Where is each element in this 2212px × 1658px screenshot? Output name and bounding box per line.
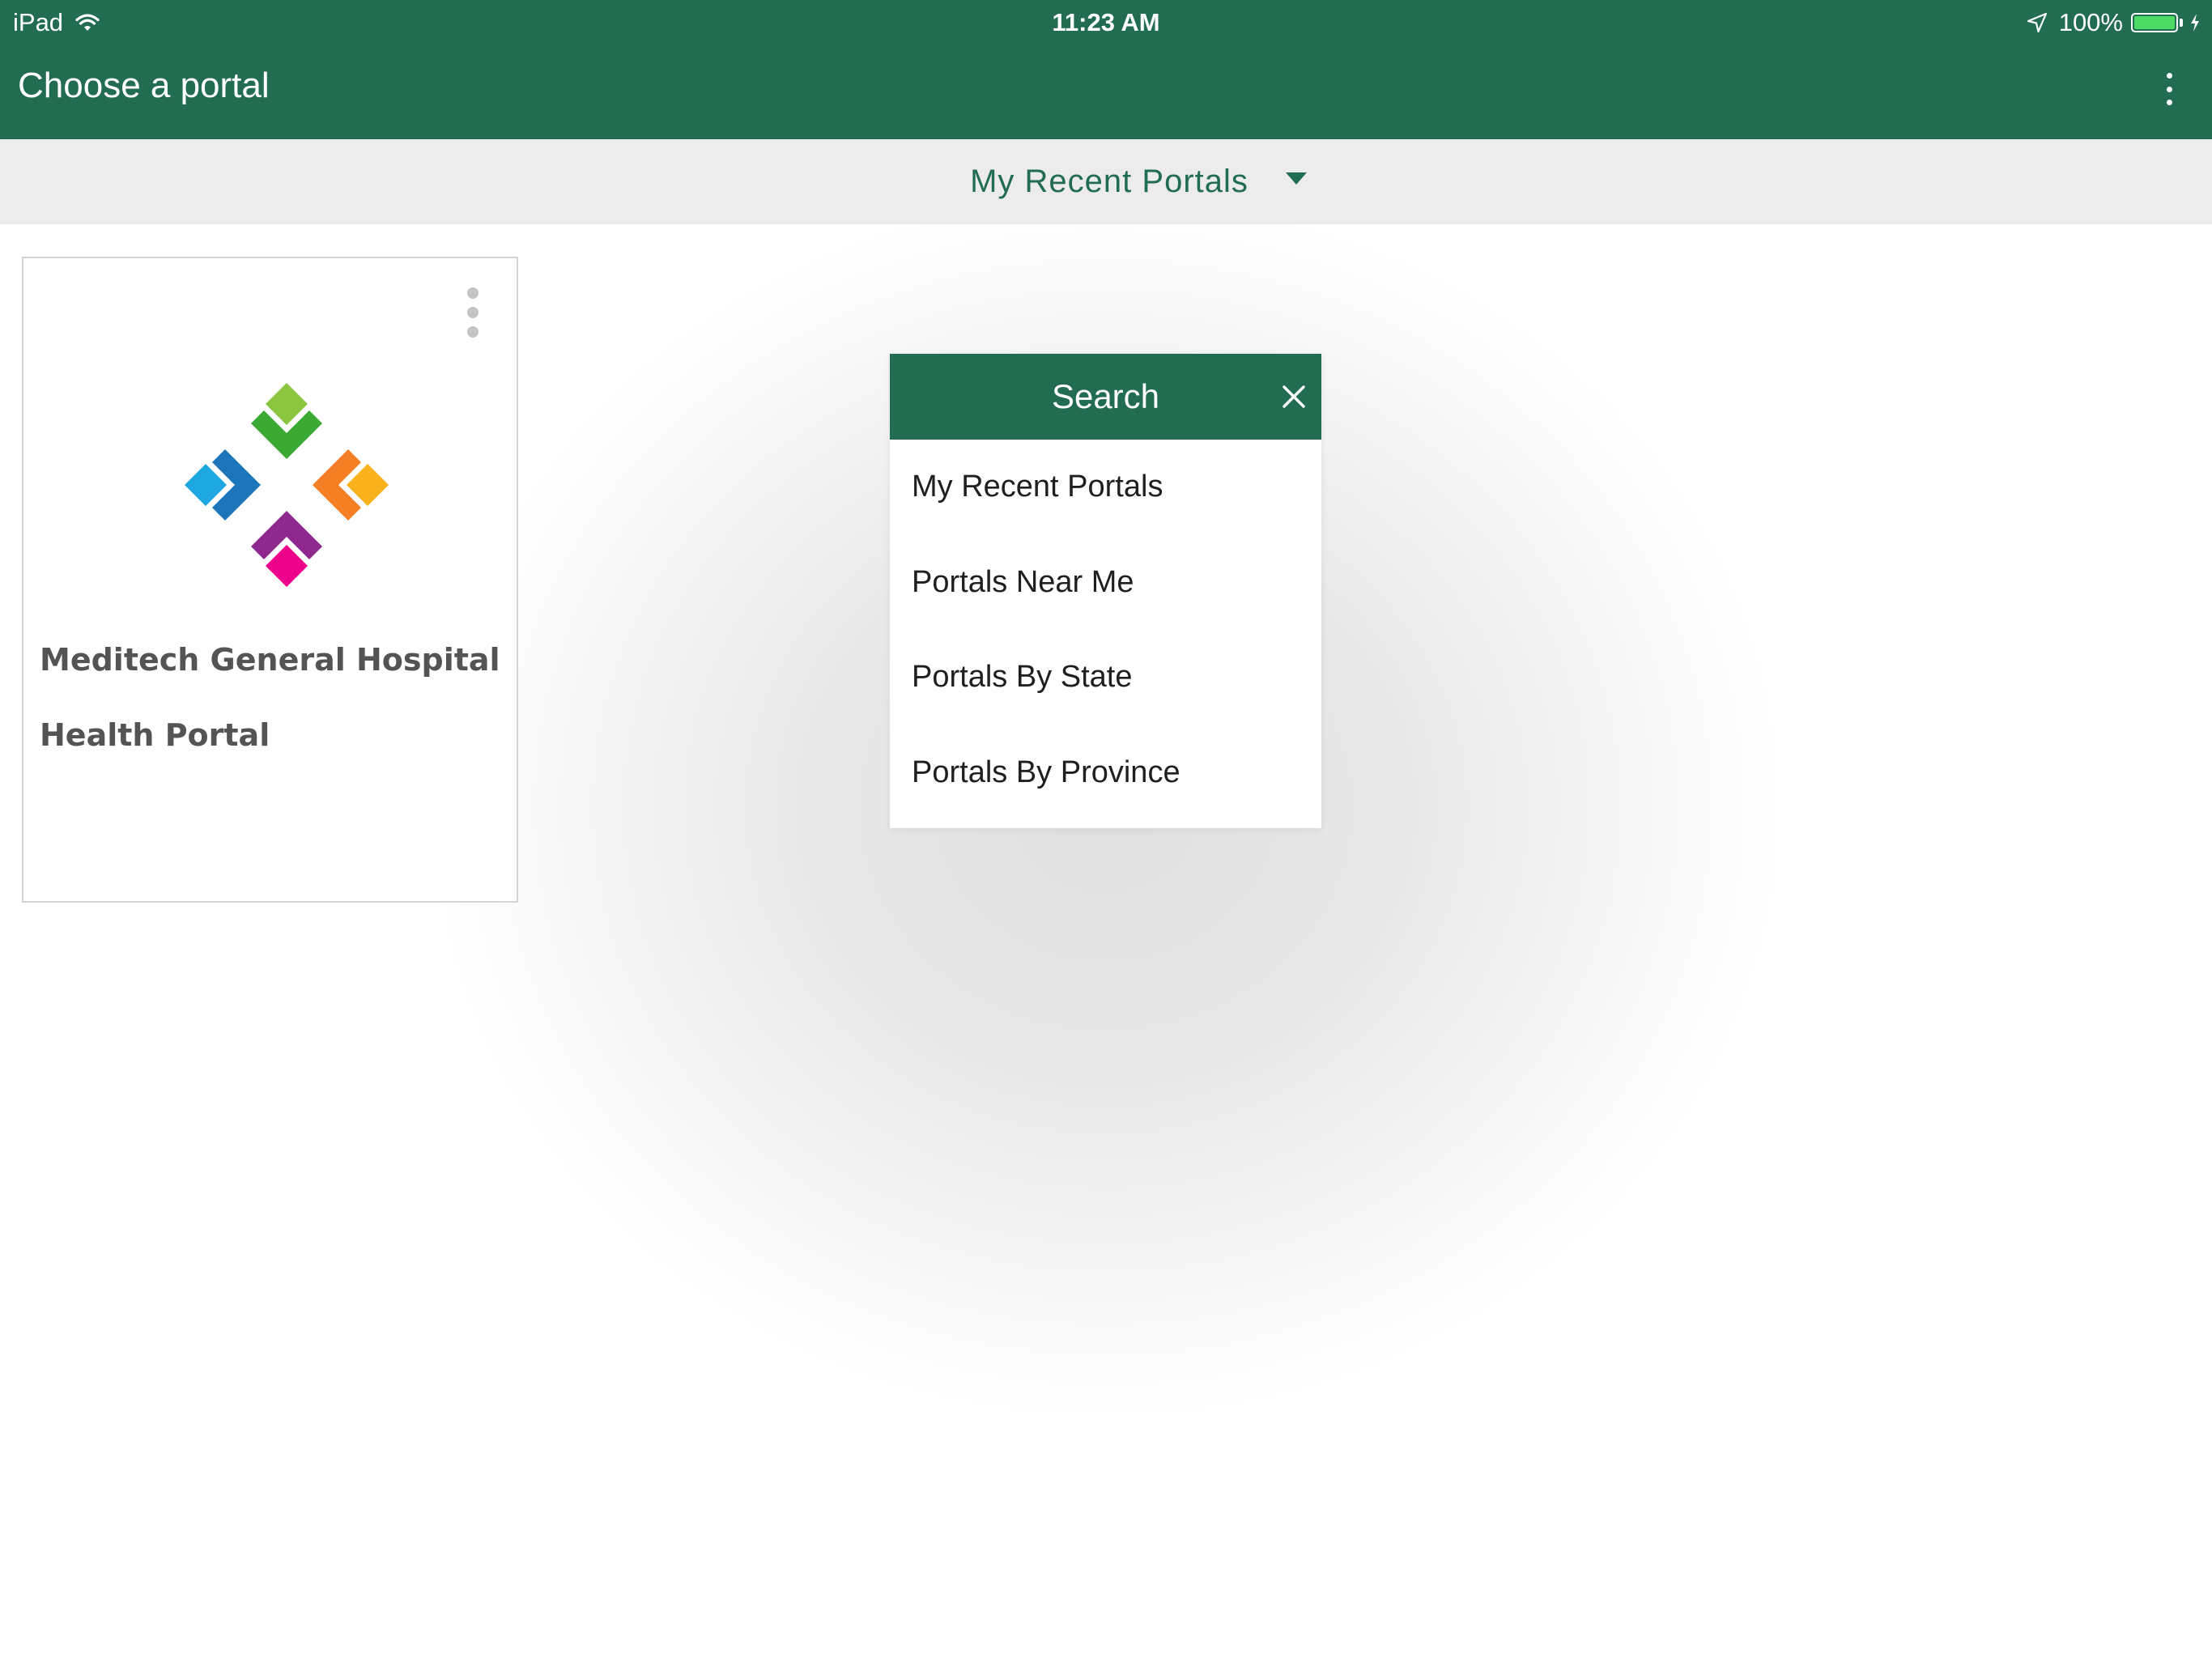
- more-vertical-icon[interactable]: [2163, 73, 2175, 105]
- option-my-recent-portals[interactable]: My Recent Portals: [890, 440, 1321, 535]
- page-title: Choose a portal: [18, 66, 270, 105]
- charging-bolt-icon: [2191, 14, 2199, 32]
- portal-card[interactable]: Meditech General Hospital Health Portal: [22, 257, 518, 903]
- portal-filter-dropdown[interactable]: My Recent Portals: [970, 164, 1307, 200]
- search-dialog: Search My Recent Portals Portals Near Me…: [890, 354, 1321, 828]
- status-time: 11:23 AM: [1052, 8, 1160, 36]
- location-arrow-icon: [2027, 12, 2047, 33]
- option-portals-near-me[interactable]: Portals Near Me: [890, 535, 1321, 631]
- battery-tip: [2180, 19, 2183, 27]
- battery-level: [2134, 16, 2175, 29]
- meditech-logo: [185, 383, 389, 587]
- caret-down-icon: [1285, 172, 1307, 185]
- portal-filter-bar: My Recent Portals: [0, 139, 2212, 224]
- portal-name: Meditech General Hospital Health Portal: [40, 642, 500, 753]
- option-portals-by-province[interactable]: Portals By Province: [890, 725, 1321, 821]
- battery-icon: [2131, 13, 2178, 32]
- app-bar: iPad 11:23 AM 100% Choose a portal: [0, 0, 2212, 139]
- portal-filter-label: My Recent Portals: [970, 164, 1249, 199]
- close-icon[interactable]: [1278, 380, 1310, 413]
- more-vertical-icon[interactable]: [466, 287, 479, 338]
- search-dialog-title: Search: [1051, 377, 1160, 415]
- search-dialog-header: Search: [890, 354, 1321, 440]
- battery-percent: 100%: [2058, 8, 2123, 36]
- status-bar-right: 100%: [2027, 6, 2201, 39]
- option-portals-by-state[interactable]: Portals By State: [890, 630, 1321, 725]
- search-options-list: My Recent Portals Portals Near Me Portal…: [890, 440, 1321, 820]
